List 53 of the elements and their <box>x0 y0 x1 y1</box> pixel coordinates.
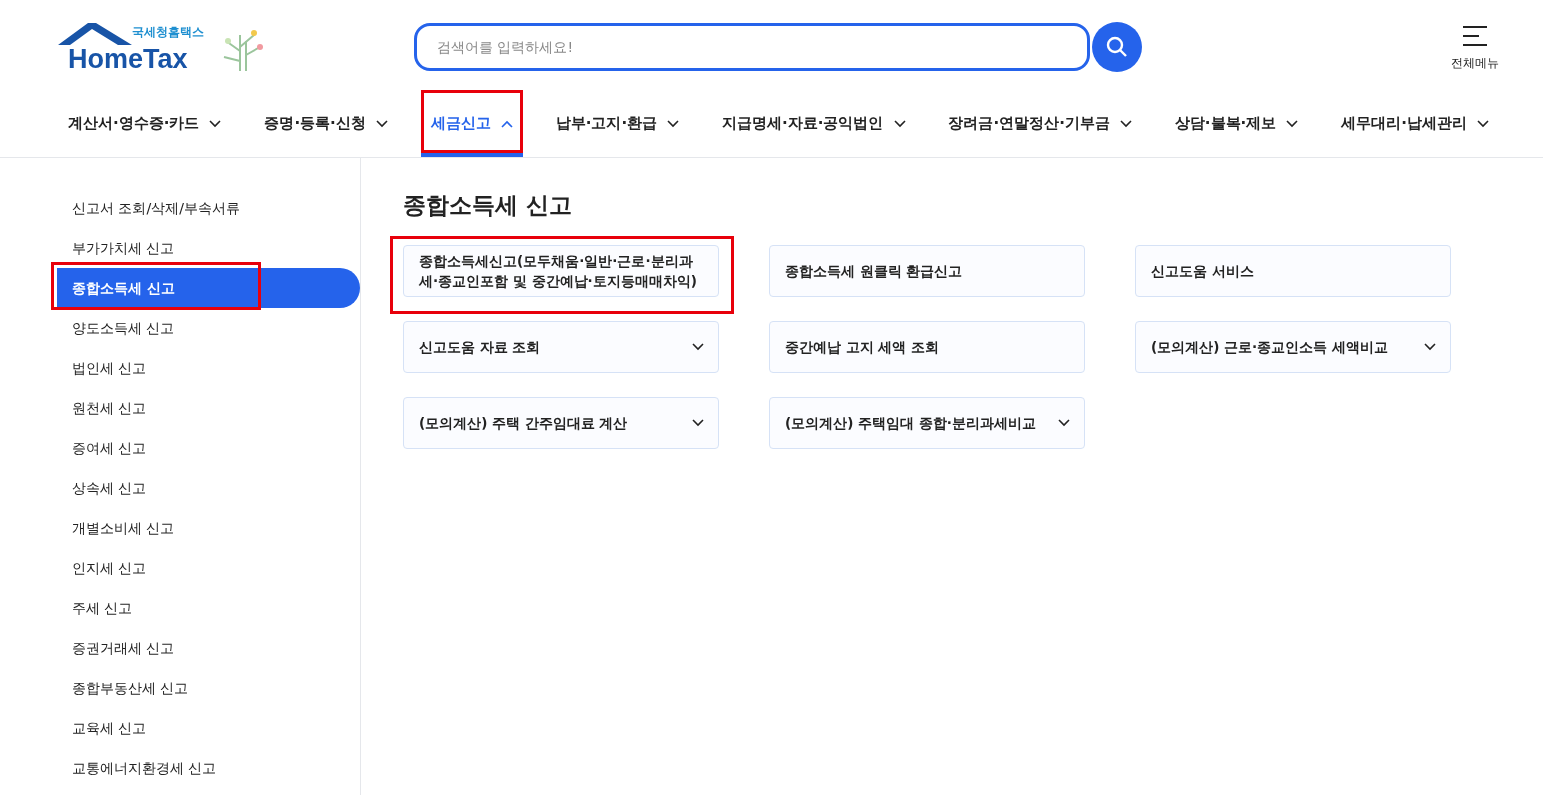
sidebar-item[interactable]: 양도소득세 신고 <box>57 308 360 348</box>
nav-menu-item[interactable]: 납부·고지·환급 <box>545 94 690 153</box>
hometax-logo[interactable]: 국세청홈택스 HomeTax <box>58 21 270 73</box>
sidebar-item[interactable]: 교육세 신고 <box>57 708 360 748</box>
chevron-down-icon <box>375 119 388 128</box>
menu-card[interactable]: 종합소득세 원클릭 환급신고 <box>769 244 1085 297</box>
sidebar-item[interactable]: 증여세 신고 <box>57 428 360 468</box>
menu-card[interactable]: 신고도움 자료 조회 <box>403 320 719 373</box>
chevron-down-icon <box>692 342 704 351</box>
house-roof-icon <box>58 21 132 47</box>
chevron-down-icon <box>1119 119 1132 128</box>
sidebar-item[interactable]: 원천세 신고 <box>57 388 360 428</box>
sidebar-item[interactable]: 부가가치세 신고 <box>57 228 360 268</box>
nav-menu-item[interactable]: 세무대리·납세관리 <box>1331 94 1499 153</box>
sidebar-item[interactable]: 교통에너지환경세 신고 <box>57 748 360 788</box>
chevron-up-icon <box>500 119 513 128</box>
chevron-down-icon <box>692 418 704 427</box>
chevron-down-icon <box>1058 418 1070 427</box>
sidebar-item[interactable]: 증권거래세 신고 <box>57 628 360 668</box>
search-button[interactable] <box>1092 22 1142 72</box>
all-menu-button[interactable]: 전체메뉴 <box>1451 26 1499 72</box>
menu-card[interactable]: 중간예납 고지 세액 조회 <box>769 320 1085 373</box>
logo-title: HomeTax <box>68 45 188 73</box>
menu-card[interactable]: 종합소득세신고(모두채움·일반·근로·분리과세·종교인포함 및 중간예납·토지등매매차익) <box>403 244 719 297</box>
section-title: 종합소득세 신고 <box>403 191 573 220</box>
chevron-down-icon <box>1286 119 1299 128</box>
nav-menu-item[interactable]: 계산서·영수증·카드 <box>58 94 232 153</box>
menu-card[interactable]: (모의계산) 주택 간주임대료 계산 <box>403 396 719 449</box>
sidebar-item[interactable]: 개별소비세 신고 <box>57 508 360 548</box>
sidebar-item[interactable]: 상속세 신고 <box>57 468 360 508</box>
nav-menu-item[interactable]: 장려금·연말정산·기부금 <box>938 94 1142 153</box>
menu-card[interactable]: (모의계산) 주택임대 종합·분리과세비교 <box>769 396 1085 449</box>
sidebar-item[interactable]: 법인세 신고 <box>57 348 360 388</box>
sidebar-item[interactable]: 종합소득세 신고 <box>57 268 360 308</box>
nav-menu-item[interactable]: 증명·등록·신청 <box>254 94 398 153</box>
chevron-down-icon <box>893 119 906 128</box>
chevron-down-icon <box>1424 342 1436 351</box>
menu-icon <box>1462 26 1488 46</box>
sidebar-item[interactable]: 인지세 신고 <box>57 548 360 588</box>
sidebar-item[interactable]: 주세 신고 <box>57 588 360 628</box>
sidebar-item[interactable]: 종합부동산세 신고 <box>57 668 360 708</box>
chevron-down-icon <box>667 119 680 128</box>
search-field[interactable]: 검색어를 입력하세요! <box>414 23 1090 71</box>
search-icon <box>1106 36 1128 58</box>
nav-menu-item[interactable]: 상담·불복·제보 <box>1164 94 1309 153</box>
chevron-down-icon <box>209 119 222 128</box>
menu-card[interactable]: 신고도움 서비스 <box>1135 244 1451 297</box>
logo-subtitle: 국세청홈택스 <box>132 24 204 41</box>
nav-menu-item[interactable]: 지급명세·자료·공익법인 <box>712 94 916 153</box>
chevron-down-icon <box>1476 119 1489 128</box>
sidebar-item[interactable]: 신고서 조회/삭제/부속서류 <box>57 188 360 228</box>
nav-menu-item[interactable]: 세금신고 <box>420 94 523 153</box>
menu-card[interactable]: (모의계산) 근로·종교인소득 세액비교 <box>1135 320 1451 373</box>
